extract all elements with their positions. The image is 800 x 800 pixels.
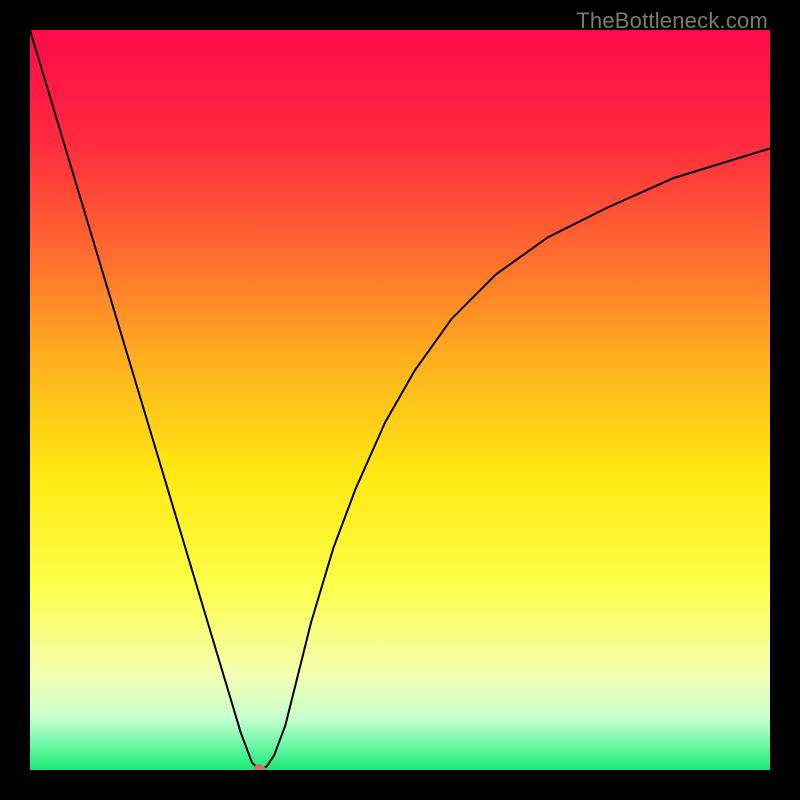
- watermark: TheBottleneck.com: [576, 8, 768, 34]
- chart-container: [30, 30, 770, 770]
- bottleneck-chart: [30, 30, 770, 770]
